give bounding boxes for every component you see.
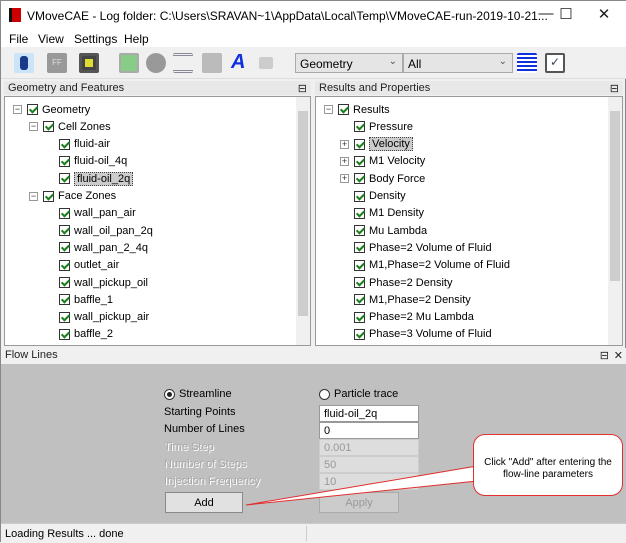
- status-text: Loading Results ... done: [5, 528, 124, 540]
- callout-tooltip: Click "Add" after entering the flow-line…: [473, 434, 623, 496]
- status-bar: Loading Results ... done: [1, 523, 626, 543]
